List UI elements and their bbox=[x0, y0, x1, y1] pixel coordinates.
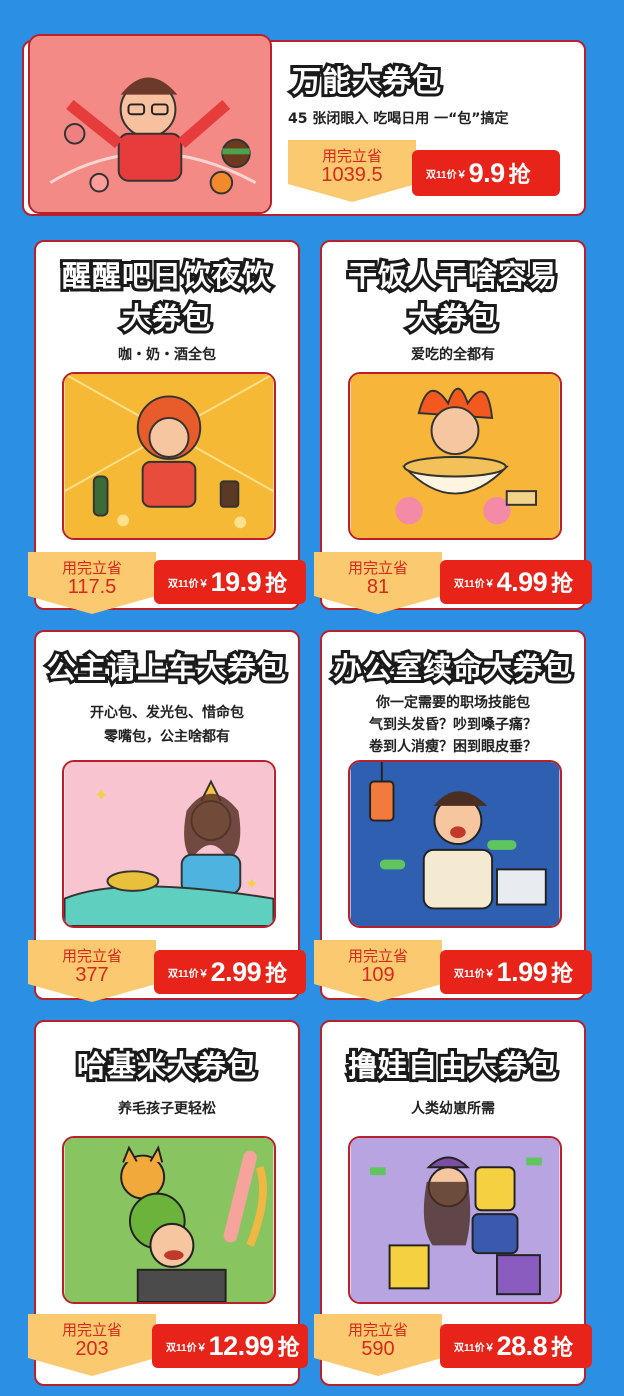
kids-illustration bbox=[348, 1136, 562, 1304]
price-prefix: 双11价￥ bbox=[168, 578, 209, 590]
price-value: 28.8 bbox=[496, 1330, 548, 1361]
price-prefix: 双11价￥ bbox=[426, 169, 467, 181]
save-value: 117.5 bbox=[67, 576, 117, 598]
price-prefix: 双11价￥ bbox=[454, 968, 495, 980]
card-title: 撸娃自由大券包 bbox=[345, 1046, 560, 1086]
card-title: 公主请上车大券包 bbox=[44, 648, 289, 688]
price-prefix: 双11价￥ bbox=[166, 1342, 207, 1354]
card-title: 办公室续命大券包 bbox=[330, 648, 575, 688]
save-value: 203 bbox=[75, 1338, 109, 1360]
card-subtitle: 养毛孩子更轻松 bbox=[118, 1101, 216, 1117]
save-ticket-drinks: 用完立省 117.5 bbox=[28, 552, 156, 614]
card-title: 干饭人干啥容易 bbox=[345, 256, 560, 296]
save-value: 590 bbox=[361, 1338, 395, 1360]
card-title-2: 大券包 bbox=[119, 298, 214, 338]
card-subtitle-line2: 零嘴包，公主啥都有 bbox=[104, 729, 230, 745]
featured-illustration bbox=[28, 34, 272, 214]
office-illustration bbox=[348, 760, 562, 928]
princess-illustration: ✦ ✦ bbox=[62, 760, 276, 928]
price-prefix: 双11价￥ bbox=[454, 578, 495, 590]
featured-subtitle: 45 张闭眼入 吃喝日用 一“包”搞定 bbox=[288, 111, 509, 127]
buy-button-kids[interactable]: 双11价￥ 28.8 抢 bbox=[440, 1324, 592, 1368]
drinks-illustration bbox=[62, 372, 276, 540]
featured-title: 万能大券包 bbox=[289, 61, 444, 101]
grab-label: 抢 bbox=[265, 571, 288, 596]
food-illustration bbox=[348, 372, 562, 540]
price-value: 9.9 bbox=[468, 157, 506, 188]
svg-text:✦: ✦ bbox=[245, 875, 258, 893]
buy-button-office[interactable]: 双11价￥ 1.99 抢 bbox=[440, 950, 592, 994]
grab-label: 抢 bbox=[277, 1335, 300, 1360]
featured-buy-button[interactable]: 双11价￥ 9.9 抢 bbox=[412, 150, 560, 196]
save-value: 1039.5 bbox=[321, 164, 383, 186]
grab-label: 抢 bbox=[551, 961, 574, 986]
price-prefix: 双11价￥ bbox=[168, 968, 209, 980]
card-subtitle-line1: 你一定需要的职场技能包 bbox=[376, 695, 530, 711]
card-title: 醒醒吧日饮夜饮 bbox=[59, 256, 274, 296]
grab-label: 抢 bbox=[551, 1335, 574, 1360]
price-value: 2.99 bbox=[210, 956, 262, 987]
save-value: 109 bbox=[361, 964, 395, 986]
save-value: 81 bbox=[366, 576, 390, 598]
buy-button-princess[interactable]: 双11价￥ 2.99 抢 bbox=[154, 950, 306, 994]
save-ticket-princess: 用完立省 377 bbox=[28, 940, 156, 1002]
buy-button-pets[interactable]: 双11价￥ 12.99 抢 bbox=[152, 1324, 308, 1368]
card-subtitle: 人类幼崽所需 bbox=[411, 1101, 495, 1117]
card-subtitle-line1: 开心包、发光包、惜命包 bbox=[90, 705, 244, 721]
pets-illustration bbox=[62, 1136, 276, 1304]
grab-label: 抢 bbox=[508, 162, 531, 187]
save-label: 用完立省 bbox=[321, 148, 382, 165]
save-label: 用完立省 bbox=[347, 560, 408, 577]
svg-text:✦: ✦ bbox=[94, 786, 109, 806]
buy-button-food[interactable]: 双11价￥ 4.99 抢 bbox=[440, 560, 592, 604]
save-label: 用完立省 bbox=[347, 1322, 408, 1339]
save-ticket-office: 用完立省 109 bbox=[314, 940, 442, 1002]
card-subtitle-line3: 卷到人消瘦？困到眼皮垂？ bbox=[369, 739, 537, 755]
save-ticket-kids: 用完立省 590 bbox=[314, 1314, 442, 1376]
price-prefix: 双11价￥ bbox=[454, 1342, 495, 1354]
card-title-2: 大券包 bbox=[405, 298, 500, 338]
save-ticket-pets: 用完立省 203 bbox=[28, 1314, 156, 1376]
price-value: 19.9 bbox=[210, 566, 262, 597]
card-subtitle: 咖・奶・酒全包 bbox=[118, 347, 216, 363]
grab-label: 抢 bbox=[551, 571, 574, 596]
price-value: 1.99 bbox=[496, 956, 548, 987]
save-ticket-food: 用完立省 81 bbox=[314, 552, 442, 614]
save-value: 377 bbox=[75, 964, 109, 986]
card-subtitle: 爱吃的全都有 bbox=[411, 347, 495, 363]
save-label: 用完立省 bbox=[347, 948, 408, 965]
card-title: 哈基米大券包 bbox=[74, 1046, 259, 1086]
save-label: 用完立省 bbox=[61, 948, 122, 965]
save-label: 用完立省 bbox=[61, 1322, 122, 1339]
save-label: 用完立省 bbox=[61, 560, 122, 577]
price-value: 4.99 bbox=[496, 566, 548, 597]
card-subtitle-line2: 气到头发昏？吵到嗓子痛？ bbox=[369, 717, 537, 733]
price-value: 12.99 bbox=[208, 1330, 275, 1361]
grab-label: 抢 bbox=[265, 961, 288, 986]
buy-button-drinks[interactable]: 双11价￥ 19.9 抢 bbox=[154, 560, 306, 604]
featured-save-ticket: 用完立省 1039.5 bbox=[288, 140, 416, 202]
